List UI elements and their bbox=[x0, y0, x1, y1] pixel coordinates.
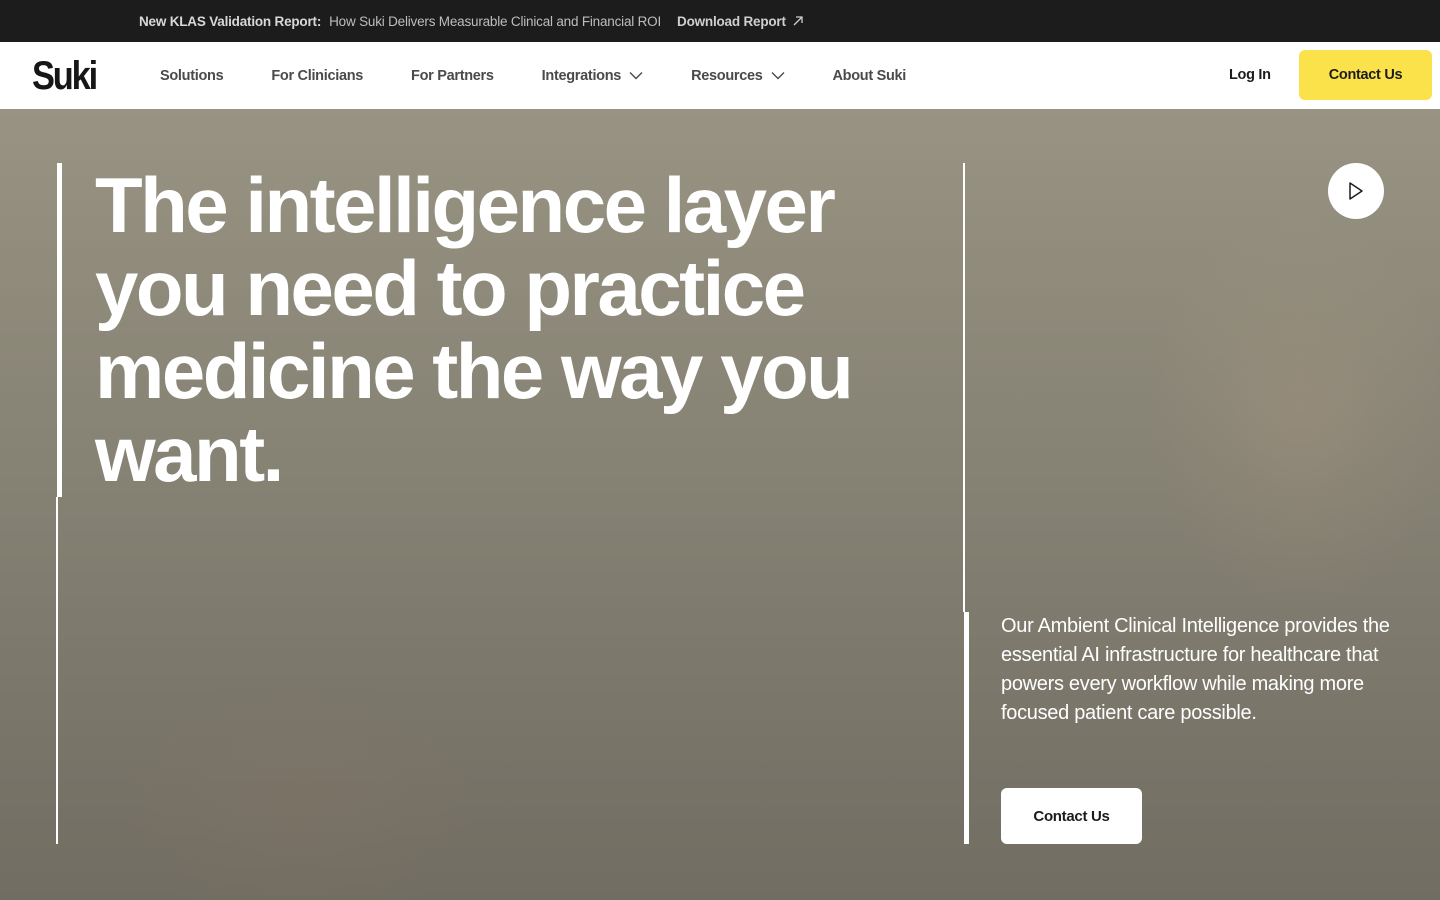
contact-us-button[interactable]: Contact Us bbox=[1299, 50, 1432, 100]
arrow-up-right-icon bbox=[793, 16, 803, 26]
chevron-down-icon bbox=[629, 72, 643, 80]
nav-item-solutions[interactable]: Solutions bbox=[160, 67, 224, 84]
nav-item-label: For Clinicians bbox=[271, 67, 364, 84]
nav-item-integrations[interactable]: Integrations bbox=[542, 68, 643, 84]
divider-line bbox=[963, 163, 965, 612]
hero-section: The intelligence layer you need to pract… bbox=[0, 109, 1440, 900]
suki-logo[interactable]: Suki bbox=[32, 54, 98, 99]
announcement-lead: New KLAS Validation Report: bbox=[139, 13, 322, 29]
play-icon bbox=[1349, 182, 1363, 200]
hero-headline: The intelligence layer you need to pract… bbox=[95, 161, 854, 498]
hero-contact-us-button[interactable]: Contact Us bbox=[1001, 788, 1142, 844]
announcement-bar: New KLAS Validation Report: How Suki Del… bbox=[0, 0, 1440, 42]
login-link[interactable]: Log In bbox=[1229, 67, 1271, 83]
play-video-button[interactable] bbox=[1328, 163, 1384, 219]
nav-item-label: Resources bbox=[691, 67, 763, 84]
main-nav: Suki Solutions For Clinicians For Partne… bbox=[0, 42, 1440, 109]
announcement-text: How Suki Delivers Measurable Clinical an… bbox=[329, 13, 662, 29]
nav-items: Solutions For Clinicians For Partners In… bbox=[160, 42, 954, 109]
hero-description: Our Ambient Clinical Intelligence provid… bbox=[1001, 615, 1390, 724]
nav-item-for-partners[interactable]: For Partners bbox=[411, 68, 494, 84]
nav-item-label: For Partners bbox=[411, 67, 494, 84]
download-report-label: Download Report bbox=[677, 13, 786, 29]
divider-line bbox=[57, 163, 62, 497]
nav-item-resources[interactable]: Resources bbox=[691, 67, 785, 84]
divider-line bbox=[964, 612, 969, 844]
hero-background-glow bbox=[100, 669, 500, 900]
nav-item-label: About Suki bbox=[832, 67, 907, 84]
nav-item-label: Solutions bbox=[160, 67, 224, 84]
hero-background-glow bbox=[1150, 209, 1440, 609]
nav-item-about-suki[interactable]: About Suki bbox=[833, 68, 907, 84]
chevron-down-icon bbox=[771, 72, 785, 80]
divider-line bbox=[56, 497, 58, 844]
nav-item-for-clinicians[interactable]: For Clinicians bbox=[271, 68, 363, 84]
nav-item-label: Integrations bbox=[541, 67, 622, 84]
download-report-link[interactable]: Download Report bbox=[677, 14, 804, 29]
